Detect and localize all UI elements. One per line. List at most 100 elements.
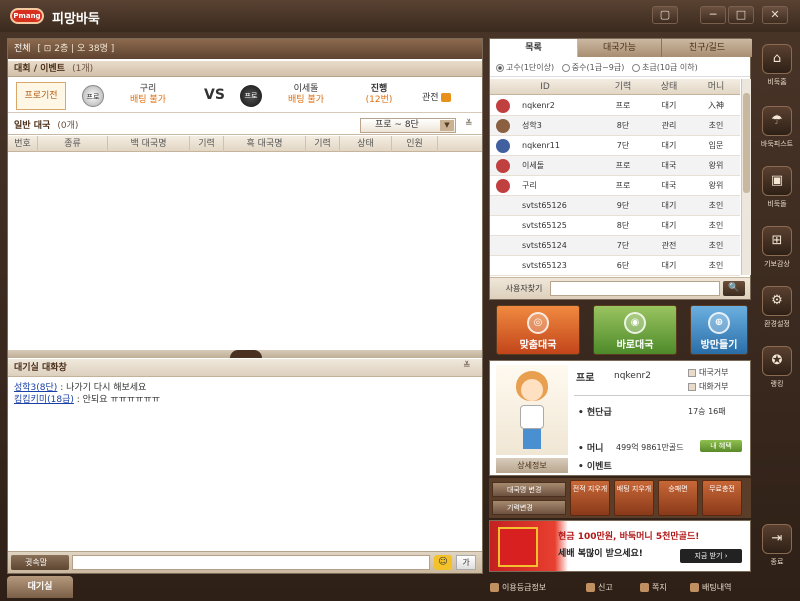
- col-white-rank[interactable]: 기력: [190, 136, 224, 152]
- user-row[interactable]: svtst65124 7단 관전 초인: [490, 236, 740, 256]
- game-move-count: (12번): [365, 95, 393, 105]
- scroll-thumb[interactable]: [743, 93, 750, 193]
- filter-mid[interactable]: 중수(1급~9급): [561, 63, 624, 72]
- gift-icon: [498, 527, 538, 567]
- nav-ranking[interactable]: ✪ 랭킹: [757, 346, 797, 389]
- user-row[interactable]: svtst65125 8단 대기 초인: [490, 216, 740, 236]
- user-list-scrollbar[interactable]: [741, 79, 751, 275]
- mail-icon: [640, 583, 649, 592]
- black-stone-icon: 프로: [240, 85, 262, 107]
- reject-chat-checkbox[interactable]: 대화거부: [688, 381, 750, 392]
- user-row[interactable]: svtst65123 6단 대기 초인: [490, 256, 740, 276]
- chat-input[interactable]: [72, 555, 430, 570]
- user-rank: 프로: [615, 181, 631, 190]
- col-money[interactable]: 머니: [692, 79, 740, 95]
- col-black-rank[interactable]: 기력: [306, 136, 340, 152]
- col-players[interactable]: 인원: [392, 136, 438, 152]
- rank-filter-value: 프로 ~ 8단: [375, 120, 419, 130]
- screenshot-button[interactable]: ▢: [652, 6, 678, 24]
- bet-history-label: 배팅내역: [702, 583, 732, 592]
- splitter-handle[interactable]: [230, 350, 262, 358]
- user-money: 入神: [708, 101, 724, 110]
- tab-friends[interactable]: 친구/길드: [662, 39, 752, 57]
- banner-get-button[interactable]: 지금 받기 ›: [680, 549, 742, 563]
- close-button[interactable]: ✕: [762, 6, 788, 24]
- reject-game-checkbox[interactable]: 대국거부: [688, 367, 750, 378]
- filter-beginner[interactable]: 초급(10급 이하): [632, 63, 698, 72]
- win-loss-item[interactable]: 승패면: [658, 480, 698, 516]
- user-row[interactable]: svtst65126 9단 대기 초인: [490, 196, 740, 216]
- nav-stones[interactable]: ▣ 비둑돌: [757, 166, 797, 209]
- general-label: 일반 대국: [14, 121, 51, 131]
- user-row[interactable]: nqkenr2 프로 대기 入神: [490, 96, 740, 116]
- user-row[interactable]: 이세돌 프로 대국 왕위: [490, 156, 740, 176]
- quick-label: 바로대국: [616, 340, 654, 351]
- rank-filter-select[interactable]: 프로 ~ 8단 ▼: [360, 118, 456, 133]
- nav-settings[interactable]: ⚙ 환경설정: [757, 286, 797, 329]
- font-button[interactable]: 가: [456, 555, 476, 570]
- tab-available[interactable]: 대국가능: [578, 39, 662, 57]
- promo-banner[interactable]: 현금 100만원, 바둑머니 5천만골드! 세배 복많이 받으세요! 지금 받기…: [489, 520, 751, 572]
- avatar-legs: [523, 429, 541, 449]
- my-benefit-button[interactable]: 내 혜택: [700, 440, 742, 452]
- user-search-input[interactable]: [550, 281, 720, 296]
- user-rank: 8단: [616, 121, 630, 130]
- record-eraser-item[interactable]: 전적 지우개: [570, 480, 610, 516]
- profile-detail-button[interactable]: 상세정보: [496, 458, 568, 473]
- message-link[interactable]: 쪽지: [640, 582, 667, 593]
- user-search-label: 사용자찾기: [505, 284, 543, 293]
- free-charge-item[interactable]: 무료충전: [702, 480, 742, 516]
- event-game-row[interactable]: 프로기전 프로 구리 배팅 불가 VS 프로 이세돌 배팅 불가 진행 (12번…: [8, 79, 482, 113]
- waitroom-tab[interactable]: 대기실: [7, 576, 73, 598]
- rank-change-button[interactable]: 기력변경: [492, 500, 566, 515]
- minimize-button[interactable]: ─: [700, 6, 726, 24]
- create-room-button[interactable]: ⊕ 방만들기: [690, 305, 748, 355]
- emoji-icon[interactable]: ☺: [434, 555, 452, 570]
- event-count: (1개): [72, 64, 94, 74]
- user-table-header: ID 기력 상태 머니: [490, 79, 740, 95]
- col-black-name[interactable]: 흑 대국명: [224, 136, 306, 152]
- report-link[interactable]: 신고: [586, 582, 613, 593]
- col-state[interactable]: 상태: [646, 79, 692, 95]
- col-type[interactable]: 종류: [38, 136, 108, 152]
- user-id: 성학3: [522, 121, 542, 130]
- bet-eraser-item[interactable]: 배팅 지우개: [614, 480, 654, 516]
- col-status[interactable]: 상태: [340, 136, 392, 152]
- nav-home[interactable]: ⌂ 비둑홈: [757, 44, 797, 87]
- user-row[interactable]: 성학3 8단 관리 초인: [490, 116, 740, 136]
- banner-subtitle: 세배 복많이 받으세요!: [558, 549, 643, 559]
- room-label: 방만들기: [700, 340, 738, 351]
- chat-collapse-icon[interactable]: ≚: [463, 361, 471, 371]
- quick-game-button[interactable]: ◉ 바로대국: [593, 305, 677, 355]
- col-id[interactable]: ID: [490, 79, 600, 95]
- search-icon[interactable]: 🔍: [723, 281, 745, 296]
- reject-game-label: 대국거부: [699, 368, 729, 377]
- event-header: 대회 / 이벤트 (1개): [8, 61, 482, 77]
- whisper-button[interactable]: 귓속말: [11, 555, 69, 570]
- maximize-button[interactable]: □: [728, 6, 754, 24]
- nav-replay[interactable]: ⊞ 기보감상: [757, 226, 797, 269]
- col-white-name[interactable]: 백 대국명: [108, 136, 190, 152]
- user-row[interactable]: 구리 프로 대국 왕위: [490, 176, 740, 196]
- collapse-icon[interactable]: ≚: [465, 119, 473, 129]
- grade-info-link[interactable]: 이용등급정보: [490, 582, 546, 593]
- rename-game-button[interactable]: 대국명 변경: [492, 482, 566, 497]
- bet-history-link[interactable]: 배팅내역: [690, 582, 731, 593]
- panel-splitter[interactable]: [8, 350, 482, 358]
- col-number[interactable]: 번호: [8, 136, 38, 152]
- profile-grade: 프로: [576, 373, 595, 384]
- nav-exit[interactable]: ⇥ 종료: [757, 524, 797, 567]
- chat-log: 성학3(8단) : 나가기 다시 해보세요 킴킴키미(18급) : 안되요 ㅠㅠ…: [8, 378, 482, 550]
- title-bar: [0, 0, 800, 32]
- tab-list[interactable]: 목록: [490, 39, 578, 57]
- nav-festival[interactable]: ☂ 바둑피스트: [757, 106, 797, 149]
- match-game-button[interactable]: ◎ 맞춤대국: [496, 305, 580, 355]
- chat-user[interactable]: 성학3(8단): [14, 383, 57, 393]
- filter-expert[interactable]: 고수(1단이상): [496, 63, 554, 72]
- watch-button[interactable]: 관전: [422, 90, 451, 103]
- user-row[interactable]: nqkenr11 7단 대기 입문: [490, 136, 740, 156]
- col-rank[interactable]: 기력: [600, 79, 646, 95]
- chat-user[interactable]: 킴킴키미(18급): [14, 395, 74, 405]
- player2-bet: 배팅 불가: [288, 95, 324, 105]
- current-rank-label: • 현단급: [578, 408, 612, 418]
